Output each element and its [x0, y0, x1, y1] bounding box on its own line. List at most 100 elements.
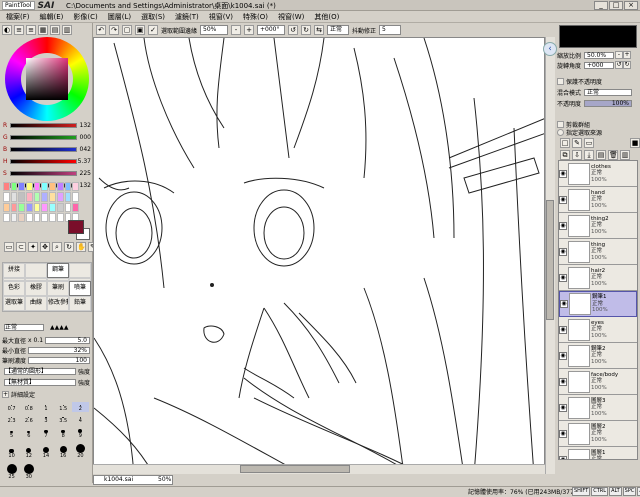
layer-row[interactable]: ◉ face/body 正常 100% [559, 369, 637, 395]
palette-tab-icon[interactable]: ▦ [38, 25, 48, 35]
tool-button[interactable]: 曲線 [25, 296, 47, 311]
swatch[interactable] [3, 202, 10, 212]
swatch[interactable] [72, 182, 79, 192]
brush-size-preset[interactable]: 12 [20, 441, 37, 459]
swatch[interactable] [49, 202, 56, 212]
layer-row[interactable]: ◉ hand 正常 100% [559, 187, 637, 213]
tool-button[interactable] [69, 263, 91, 278]
layer-row[interactable]: ◉ 鋼筆1 正常 100% [559, 291, 637, 317]
swatch[interactable] [56, 202, 64, 212]
swatch[interactable] [49, 192, 56, 202]
eye-icon[interactable]: ◉ [559, 325, 567, 334]
brush-size-preset[interactable]: 4 [72, 414, 89, 424]
color-slider-g[interactable]: G 000 [3, 133, 91, 141]
swatch[interactable] [64, 192, 72, 202]
menu-layer[interactable]: 圖層(L) [108, 12, 131, 22]
brush-size-preset[interactable]: 9 [72, 426, 89, 439]
flip-button[interactable]: ⇆ [314, 25, 325, 35]
close-button[interactable]: × [624, 1, 638, 10]
menu-select[interactable]: 選取(S) [141, 12, 165, 22]
rotate-left-button[interactable]: ↺ [288, 25, 299, 35]
swatch[interactable] [10, 202, 18, 212]
ref-radio[interactable] [557, 128, 564, 136]
brush-size-preset[interactable]: 25 [3, 461, 20, 480]
deselect-button[interactable]: ▢ [122, 25, 132, 35]
brush-size-preset[interactable]: 0.8 [20, 402, 37, 412]
menu-other[interactable]: 其他(O) [314, 12, 339, 22]
tool-button[interactable]: 色彩 [3, 281, 25, 296]
opacity-value[interactable]: 100% [584, 99, 633, 107]
navigator-preview[interactable] [559, 25, 637, 48]
nav-zoom-out[interactable]: - [615, 51, 624, 59]
lasso-icon[interactable]: ⊂ [16, 242, 26, 252]
undo-button[interactable]: ↶ [96, 25, 106, 35]
swatch[interactable] [56, 182, 64, 192]
transfer-down-icon[interactable]: ⇩ [572, 150, 582, 160]
zoom-icon[interactable]: ⌕ [52, 242, 62, 252]
nav-rotate-right[interactable]: ↻ [623, 61, 632, 69]
color-slider-h[interactable]: H 5.37 [3, 157, 91, 165]
eye-icon[interactable]: ◉ [559, 429, 567, 438]
swatch[interactable] [10, 212, 18, 222]
max-size-mult[interactable]: x 0.1 [28, 337, 43, 344]
brush-size-preset[interactable]: 5 [3, 426, 20, 439]
zoom-select[interactable]: 50% [200, 25, 229, 35]
saturation-value-square[interactable] [26, 58, 68, 100]
eye-icon[interactable]: ◉ [559, 195, 567, 204]
layer-row[interactable]: ◉ 圖層1正常100% [559, 447, 637, 459]
swatch[interactable] [10, 182, 18, 192]
layer-row[interactable]: ◉ clothes 正常 100% [559, 161, 637, 187]
layer-row[interactable]: ◉ thing 正常 100% [559, 239, 637, 265]
swatch[interactable] [33, 192, 41, 202]
swatch[interactable] [72, 192, 79, 202]
eye-icon[interactable]: ◉ [559, 169, 567, 178]
redo-button[interactable]: ↷ [109, 25, 119, 35]
swatch[interactable] [72, 202, 79, 212]
copy-layer-icon[interactable]: ⧉ [560, 150, 570, 160]
eye-icon[interactable]: ◉ [560, 300, 568, 308]
brush-size-preset[interactable]: 16 [55, 441, 72, 459]
swatch[interactable] [3, 192, 10, 202]
magic-wand-icon[interactable]: ✦ [28, 242, 38, 252]
eye-icon[interactable]: ◉ [559, 403, 567, 412]
brush-size-preset[interactable]: 3.5 [55, 414, 72, 424]
layer-row[interactable]: ◉ 圖層3 正常 100% [559, 395, 637, 421]
layer-row[interactable]: ◉ hair2 正常 100% [559, 265, 637, 291]
blend-select[interactable]: 正常 [584, 88, 633, 96]
nav-zoom-in[interactable]: + [623, 51, 632, 59]
zoom-out-button[interactable]: - [231, 25, 242, 35]
nav-zoom-value[interactable]: 50.0% [584, 51, 615, 59]
menu-view[interactable]: 視窗(V) [209, 12, 233, 22]
max-size-value[interactable]: 5.0 [45, 337, 90, 344]
tool-button[interactable]: 拼接 [3, 263, 25, 278]
shape-select[interactable]: 【通常的圓形】 [4, 368, 76, 375]
menu-file[interactable]: 檔案(F) [6, 12, 30, 22]
brush-size-preset[interactable]: 1.5 [55, 402, 72, 412]
swatch[interactable] [3, 212, 10, 222]
layer-row[interactable]: ◉ thing2 正常 100% [559, 213, 637, 239]
swatch[interactable] [49, 182, 56, 192]
swatch[interactable] [26, 192, 33, 202]
min-size-value[interactable]: 32% [28, 347, 90, 354]
swatch[interactable] [18, 212, 26, 222]
swatch[interactable] [18, 182, 26, 192]
swatch[interactable] [64, 182, 72, 192]
scratch-tab-icon[interactable]: ▥ [62, 25, 72, 35]
menu-filter[interactable]: 濾鏡(T) [175, 12, 199, 22]
tool-button[interactable]: 噴筆 [69, 281, 91, 296]
swatch[interactable] [41, 212, 49, 222]
tool-button[interactable]: 鉛筆 [69, 296, 91, 311]
slider-track[interactable] [10, 158, 77, 164]
rotation-select[interactable]: +000° [257, 25, 286, 35]
tool-button[interactable]: 鋼筆 [47, 263, 69, 278]
layer-row[interactable]: ◉ 鋼筆2 正常 100% [559, 343, 637, 369]
rotate-icon[interactable]: ↻ [64, 242, 74, 252]
menu-window[interactable]: 視窗(W) [278, 12, 304, 22]
drawing-canvas[interactable] [93, 37, 545, 474]
hand-icon[interactable]: ✋ [76, 242, 86, 252]
zoom-in-button[interactable]: + [244, 25, 255, 35]
swatch[interactable] [56, 212, 64, 222]
clear-layer-icon[interactable]: ▤ [596, 150, 606, 160]
brush-size-preset[interactable]: 6 [20, 426, 37, 439]
swatch[interactable] [64, 202, 72, 212]
